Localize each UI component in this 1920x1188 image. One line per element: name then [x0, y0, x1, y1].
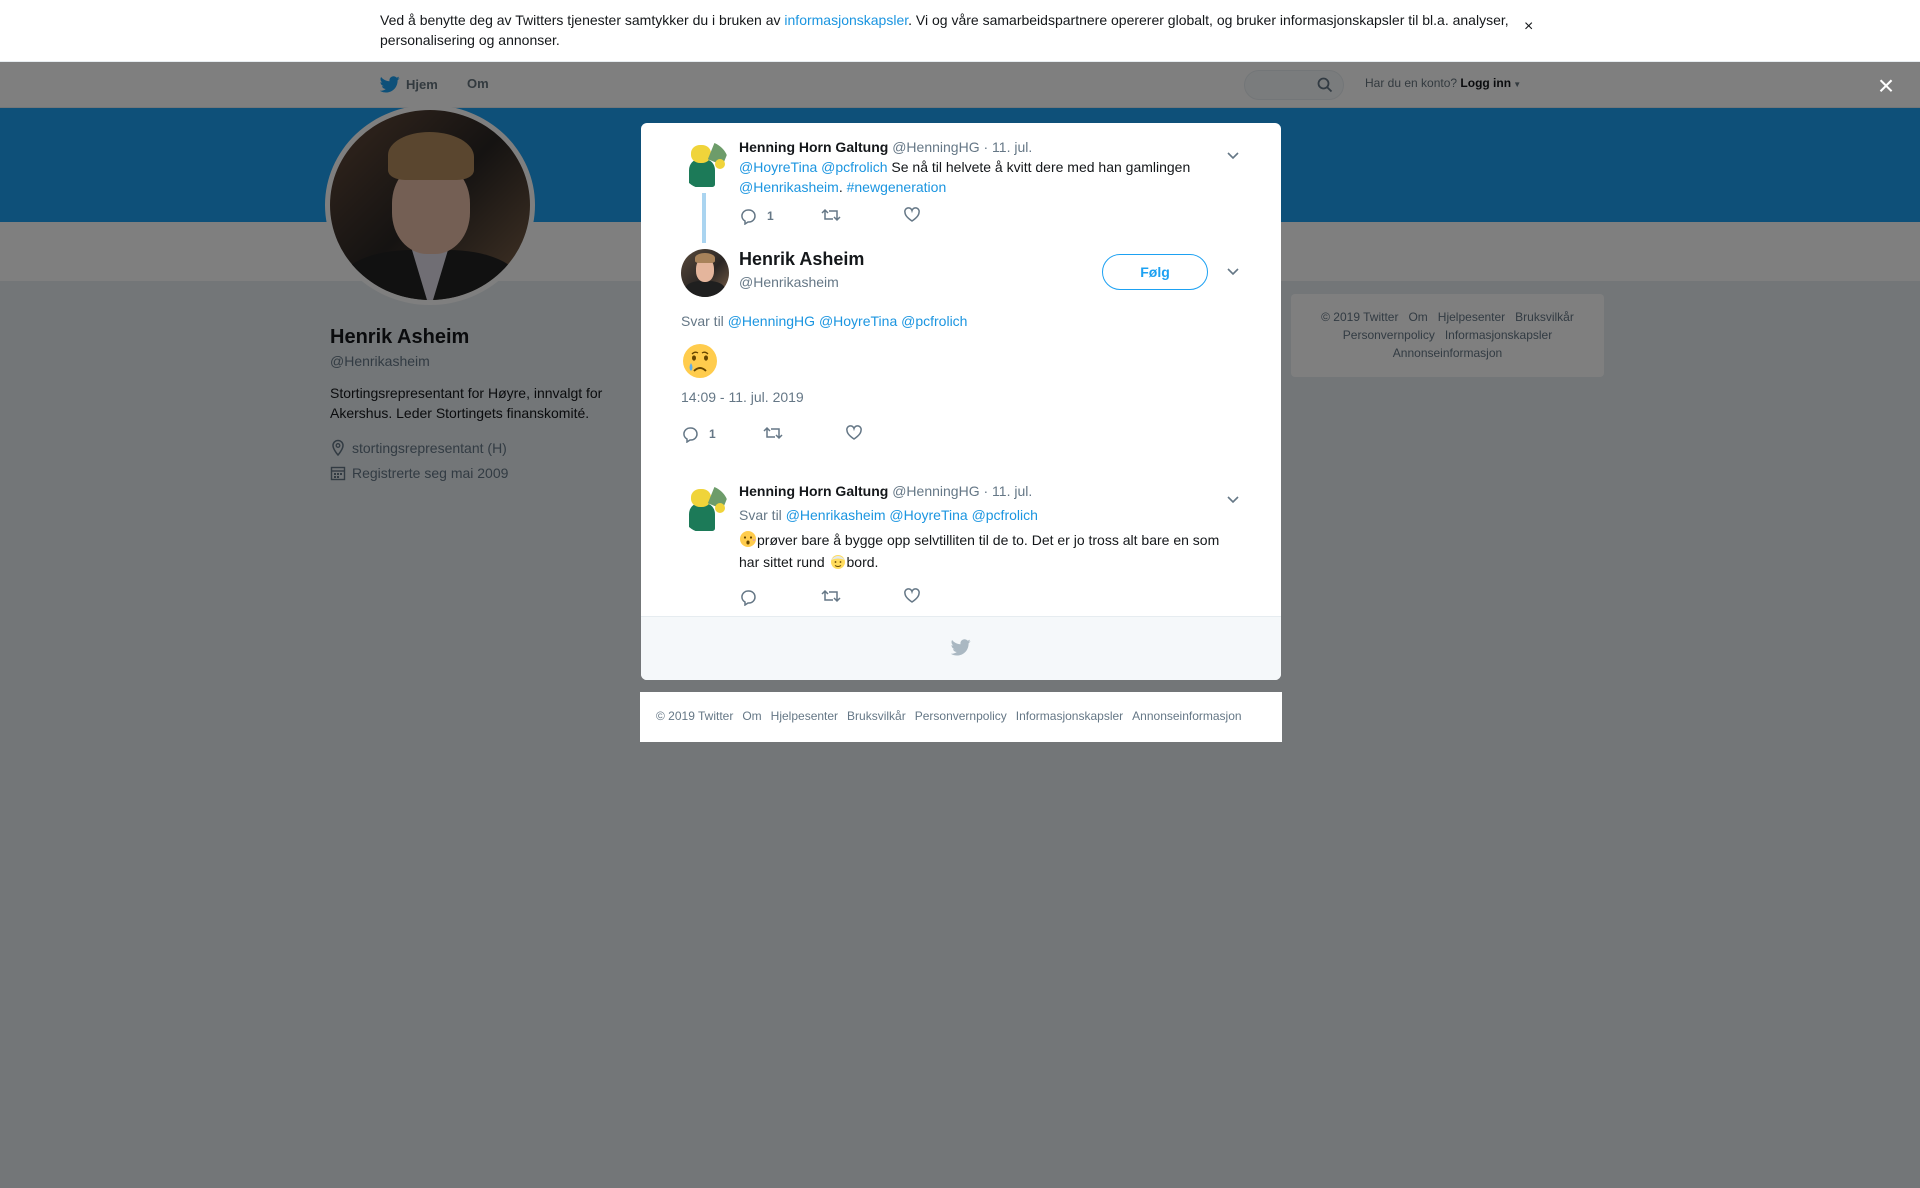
- tweet-author-handle[interactable]: @HenningHG: [892, 139, 979, 155]
- mention-link[interactable]: @HoyreTina: [739, 159, 817, 175]
- cookie-close-button[interactable]: ×: [1524, 18, 1533, 36]
- reply-count: 1: [767, 209, 774, 223]
- follow-button[interactable]: Følg: [1102, 254, 1208, 290]
- tweet-actions: 1: [739, 207, 939, 227]
- heart-icon: [904, 588, 920, 603]
- mention-link[interactable]: @Henrikasheim: [786, 507, 886, 523]
- tweet-author-name[interactable]: Henning Horn Galtung: [739, 139, 888, 155]
- cookie-consent-text: Ved å benytte deg av Twitters tjenester …: [380, 10, 1520, 50]
- crying-face-emoji: [683, 344, 717, 378]
- footer-link-ads-info[interactable]: Annonseinformasjon: [1132, 709, 1241, 723]
- tweet-header: Henning Horn Galtung @HenningHG · 11. ju…: [739, 137, 1239, 157]
- tweet-timestamp[interactable]: 14:09 - 11. jul. 2019: [681, 389, 804, 405]
- footer-link-privacy[interactable]: Personvernpolicy: [915, 709, 1007, 723]
- tweet-author-avatar[interactable]: [681, 485, 729, 533]
- tweet-text: @HoyreTina @pcfrolich Se nå til helvete …: [739, 157, 1239, 197]
- tweet-header-separator: ·: [979, 483, 993, 499]
- reply-button[interactable]: 1: [739, 207, 774, 225]
- cookie-policy-link[interactable]: informasjonskapsler: [784, 12, 908, 28]
- footer-copyright: © 2019 Twitter: [656, 709, 734, 723]
- mention-link[interactable]: @pcfrolich: [821, 159, 887, 175]
- mention-link[interactable]: @HoyreTina: [819, 313, 897, 329]
- like-button[interactable]: [903, 588, 921, 604]
- tweet-author-name[interactable]: Henning Horn Galtung: [739, 483, 888, 499]
- thread-connector: [702, 193, 706, 243]
- tweet-permalink-modal: Henning Horn Galtung @HenningHG · 11. ju…: [641, 123, 1281, 680]
- mention-link[interactable]: @pcfrolich: [972, 507, 1038, 523]
- tweet-author-handle[interactable]: @HenningHG: [892, 483, 979, 499]
- reply-to-label: Svar til: [681, 313, 724, 329]
- tweet-text-punctuation: .: [838, 179, 843, 195]
- reply-tweet[interactable]: Henning Horn Galtung @HenningHG · 11. ju…: [681, 481, 1241, 591]
- tweet-text: prøver bare å bygge opp selvtilliten til…: [739, 529, 1239, 573]
- main-tweet-actions: 1: [681, 425, 881, 445]
- heart-icon: [846, 425, 862, 440]
- heart-icon: [904, 207, 920, 222]
- tweet-text-content: bord.: [846, 554, 879, 570]
- modal-overlay[interactable]: × Henning Horn Galtung @HenningHG · 11. …: [0, 62, 1920, 1188]
- close-overlay-button[interactable]: ×: [1874, 72, 1898, 100]
- modal-bottom-footer: © 2019 Twitter Om Hjelpesenter Bruksvilkår P…: [640, 692, 1282, 742]
- reply-button[interactable]: [739, 588, 757, 606]
- chevron-down-icon[interactable]: [1225, 491, 1241, 507]
- mention-link[interactable]: @HoyreTina: [889, 507, 967, 523]
- footer-link-help[interactable]: Hjelpesenter: [771, 709, 838, 723]
- tweet-header: Henning Horn Galtung @HenningHG · 11. ju…: [739, 481, 1239, 501]
- reply-context: Svar til @Henrikasheim @HoyreTina @pcfro…: [739, 505, 1239, 525]
- retweet-button[interactable]: [763, 425, 783, 441]
- retweet-icon: [821, 208, 841, 222]
- tweet-text-content: prøver bare å bygge opp selvtilliten til…: [739, 532, 1220, 570]
- cookie-consent-banner: Ved å benytte deg av Twitters tjenester …: [0, 0, 1920, 62]
- reply-to-label: Svar til: [739, 507, 782, 523]
- like-button[interactable]: [903, 207, 921, 223]
- retweet-button[interactable]: [821, 588, 841, 604]
- cookie-text-part: Ved å benytte deg av Twitters tjenester …: [380, 12, 785, 28]
- reply-icon: [741, 590, 756, 606]
- tweet-date[interactable]: 11. jul.: [992, 483, 1032, 499]
- main-tweet-avatar[interactable]: [681, 249, 729, 297]
- reply-icon: [741, 209, 756, 225]
- mention-link[interactable]: @pcfrolich: [901, 313, 967, 329]
- tweet-author-avatar[interactable]: [681, 141, 729, 189]
- tweet-date[interactable]: 11. jul.: [992, 139, 1032, 155]
- reply-icon: [683, 427, 698, 443]
- mention-link[interactable]: @HenningHG: [728, 313, 815, 329]
- old-man-emoji: [830, 555, 845, 569]
- footer-link-about[interactable]: Om: [742, 709, 761, 723]
- footer-link-cookies[interactable]: Informasjonskapsler: [1016, 709, 1123, 723]
- like-button[interactable]: [845, 425, 863, 441]
- hashtag-link[interactable]: #newgeneration: [847, 179, 947, 195]
- footer-link-terms[interactable]: Bruksvilkår: [847, 709, 906, 723]
- retweet-icon: [821, 589, 841, 603]
- tweet-header-separator: ·: [979, 139, 993, 155]
- reply-context: Svar til @HenningHG @HoyreTina @pcfrolic…: [681, 313, 967, 329]
- retweet-icon: [763, 426, 783, 440]
- modal-footer: [641, 616, 1281, 680]
- retweet-button[interactable]: [821, 207, 841, 223]
- chevron-down-icon[interactable]: [1225, 147, 1241, 163]
- hushed-face-emoji: [740, 531, 756, 547]
- mention-link[interactable]: @Henrikasheim: [739, 179, 839, 195]
- twitter-bird-icon: [951, 639, 971, 656]
- reply-button[interactable]: 1: [681, 425, 716, 443]
- reply-count: 1: [709, 427, 716, 441]
- chevron-down-icon[interactable]: [1225, 263, 1241, 279]
- parent-tweet[interactable]: Henning Horn Galtung @HenningHG · 11. ju…: [681, 137, 1241, 247]
- tweet-text-content: Se nå til helvete å kvitt dere med han g…: [891, 159, 1191, 175]
- tweet-actions: [739, 588, 939, 608]
